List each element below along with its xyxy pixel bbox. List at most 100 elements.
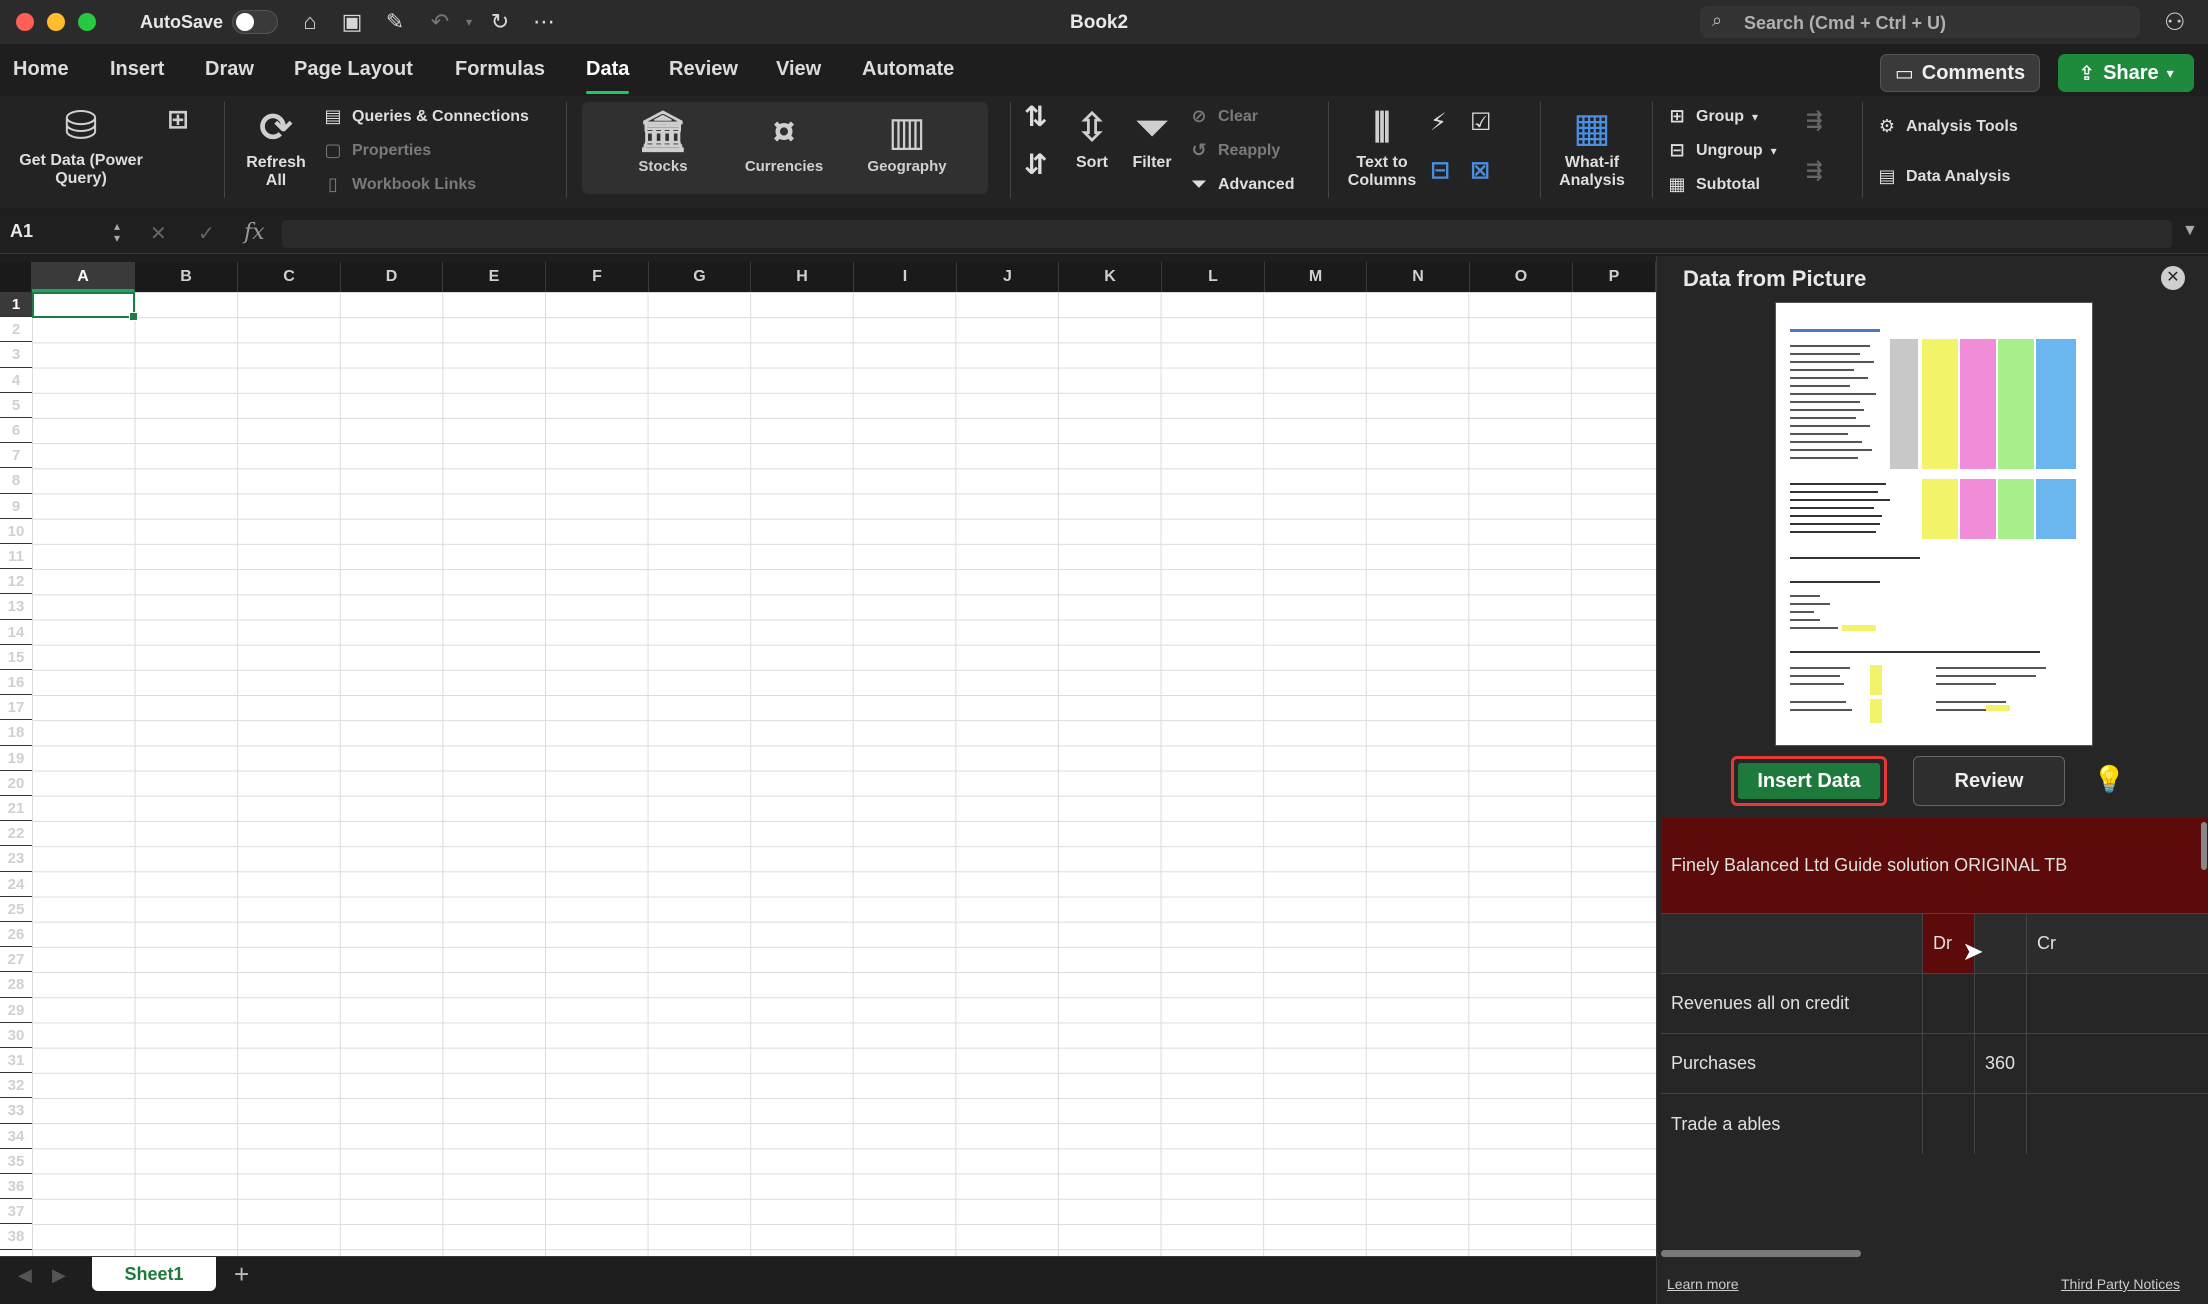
column-header[interactable]: A [32,262,135,292]
ungroup-button[interactable]: ⊟ Ungroup ▾ [1666,140,1776,161]
horizontal-scrollbar[interactable] [1661,1250,1861,1257]
row-header[interactable]: 35 [0,1149,32,1174]
row-header[interactable]: 20 [0,771,32,796]
tab-formulas[interactable]: Formulas [455,58,545,81]
column-header[interactable]: J [957,262,1059,292]
table-cell[interactable] [1975,1094,2027,1154]
column-header[interactable]: I [854,262,957,292]
row-header[interactable]: 1 [0,292,32,318]
confirm-icon[interactable]: ✓ [198,221,215,246]
tab-page-layout[interactable]: Page Layout [294,58,413,81]
column-header[interactable]: B [135,262,238,292]
table-cell[interactable] [1923,1034,1975,1093]
remove-duplicates-icon[interactable]: ⊟ [1430,159,1450,183]
column-header[interactable]: K [1059,262,1162,292]
clear-button[interactable]: ⊘ Clear [1188,106,1258,127]
search-box[interactable]: ⌕ Search (Cmd + Ctrl + U) [1700,6,2140,38]
comments-button[interactable]: ▭ Comments [1880,54,2040,92]
row-header[interactable]: 9 [0,494,32,519]
insert-data-button[interactable]: Insert Data [1731,756,1887,806]
tab-review[interactable]: Review [669,58,738,81]
learn-more-link[interactable]: Learn more [1667,1276,1739,1292]
account-icon[interactable]: ⚇ [2164,8,2186,37]
sort-button[interactable]: ⇳ Sort [1064,104,1120,172]
currencies-button[interactable]: ¤ Currencies [734,108,834,176]
row-header[interactable]: 33 [0,1098,32,1124]
chevron-left-icon[interactable]: ◀ [18,1265,32,1286]
properties-button[interactable]: ▢ Properties [322,140,431,161]
table-row[interactable]: Purchases 360 [1661,1034,2208,1094]
tab-automate[interactable]: Automate [862,58,954,81]
reapply-button[interactable]: ↺ Reapply [1188,140,1280,161]
advanced-button[interactable]: ⏷ Advanced [1188,174,1295,195]
row-header[interactable]: 24 [0,872,32,897]
row-header[interactable]: 12 [0,569,32,595]
hide-detail-icon[interactable]: ⇶ [1806,161,1823,181]
add-sheet-button[interactable]: + [234,1259,249,1290]
column-header[interactable]: G [649,262,751,292]
row-header[interactable]: 26 [0,922,32,948]
table-row[interactable]: Dr Cr [1661,914,2208,974]
row-header[interactable]: 14 [0,620,32,645]
review-button[interactable]: Review [1913,756,2065,806]
table-cell-label[interactable]: Trade a ables [1661,1094,1923,1154]
chevron-right-icon[interactable]: ▶ [52,1265,66,1286]
table-cell[interactable] [1923,974,1975,1033]
window-minimize-button[interactable] [47,13,65,31]
sheet-tab-sheet1[interactable]: Sheet1 [92,1257,216,1291]
vertical-scrollbar[interactable] [2201,822,2207,870]
tab-data[interactable]: Data [586,58,630,94]
row-header[interactable]: 27 [0,947,32,973]
row-header[interactable]: 34 [0,1124,32,1149]
text-to-columns-button[interactable]: ⫴ Text to Columns [1338,104,1426,190]
more-icon[interactable]: ⋯ [530,8,558,36]
formula-input[interactable] [282,220,2172,248]
row-header[interactable]: 11 [0,544,32,570]
column-header[interactable]: O [1470,262,1573,292]
column-header[interactable]: N [1367,262,1470,292]
save-as-icon[interactable]: ✎ [381,8,409,36]
row-header[interactable]: 10 [0,519,32,544]
row-header[interactable]: 30 [0,1023,32,1048]
column-header[interactable]: E [443,262,546,292]
column-header[interactable]: P [1573,262,1656,292]
table-cell[interactable] [1923,1094,1975,1154]
cancel-icon[interactable]: ✕ [150,221,167,246]
flash-fill-icon[interactable]: ⚡ [1430,111,1447,135]
redo-icon[interactable]: ↻ [486,8,514,36]
sort-ascending-icon[interactable]: ⇅ [1024,103,1047,131]
table-cell-label[interactable]: Purchases [1661,1034,1923,1093]
column-header[interactable]: L [1162,262,1265,292]
show-detail-icon[interactable]: ⇶ [1806,111,1823,131]
lightbulb-icon[interactable]: 💡 [2093,764,2125,795]
table-row[interactable]: Trade a ables [1661,1094,2208,1154]
row-header[interactable]: 28 [0,972,32,998]
table-row[interactable]: Revenues all on credit [1661,974,2208,1034]
share-button[interactable]: ⇪ Share ▾ [2058,54,2194,92]
subtotal-button[interactable]: ▦ Subtotal [1666,174,1760,195]
undo-icon[interactable]: ↶ [426,8,454,36]
row-header[interactable]: 16 [0,670,32,696]
row-header[interactable]: 15 [0,645,32,670]
column-header[interactable]: H [751,262,854,292]
column-header[interactable]: C [238,262,341,292]
queries-connections-button[interactable]: ▤ Queries & Connections [322,106,528,127]
row-header[interactable]: 25 [0,897,32,922]
tab-insert[interactable]: Insert [110,58,164,81]
consolidate-icon[interactable]: ⊠ [1470,159,1490,183]
active-cell-a1[interactable] [32,292,138,321]
column-header[interactable]: F [546,262,649,292]
column-header[interactable]: D [341,262,443,292]
row-header[interactable]: 17 [0,695,32,721]
row-header[interactable]: 5 [0,393,32,418]
filter-button[interactable]: ⏷ Filter [1124,104,1180,172]
refresh-all-button[interactable]: ⟳ Refresh All [236,104,316,190]
third-party-notices-link[interactable]: Third Party Notices [2061,1276,2180,1292]
home-icon[interactable]: ⌂ [296,8,324,36]
row-header[interactable]: 37 [0,1199,32,1225]
table-header-row[interactable]: Finely Balanced Ltd Guide solution ORIGI… [1661,818,2208,914]
stocks-button[interactable]: 🏛 Stocks [618,108,708,176]
get-data-button[interactable]: ⛁ Get Data (Power Query) [8,102,154,188]
name-box-stepper-icon[interactable]: ▴ ▾ [114,220,120,244]
tab-view[interactable]: View [776,58,821,81]
